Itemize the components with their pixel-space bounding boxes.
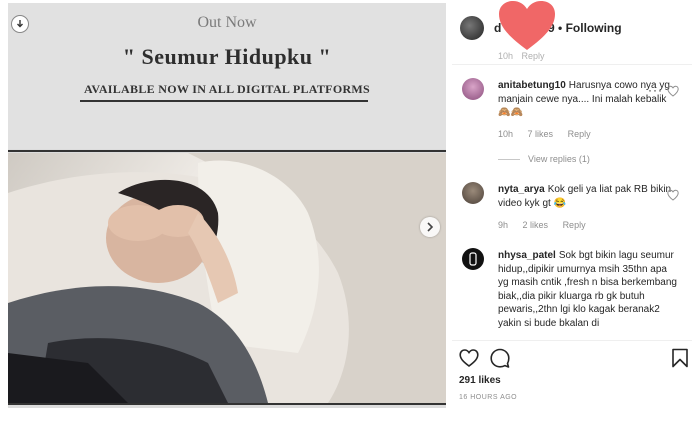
comment-item: nhysa_patel Sok bgt bikin lagu seumur hid… xyxy=(452,248,692,338)
comment-text: Sok bgt bikin lagu seumur hidup,,dipikir… xyxy=(498,250,677,329)
view-replies-button[interactable]: View replies (1) xyxy=(498,154,590,164)
comment-reply-button[interactable]: Reply xyxy=(563,220,586,230)
partial-comment-reply[interactable]: Reply xyxy=(522,51,545,61)
post-header: d99 • Following xyxy=(452,0,692,50)
actions-divider xyxy=(452,340,692,341)
author-avatar[interactable] xyxy=(460,16,484,40)
comment-body: nyta_arya Kok geli ya liat pak RB bikin v… xyxy=(498,183,678,210)
post-like-count[interactable]: 291 likes xyxy=(459,375,501,386)
poster-banner: Out Now " Seumur Hidupku " AVAILABLE NOW… xyxy=(8,3,446,149)
view-replies-label: View replies (1) xyxy=(528,154,590,164)
comment-reply-button[interactable]: Reply xyxy=(568,129,591,139)
comment-body: nhysa_patel Sok bgt bikin lagu seumur hid… xyxy=(498,249,678,330)
partial-comment-time: 10h xyxy=(498,51,514,61)
poster-availability: AVAILABLE NOW IN ALL DIGITAL PLATFORMS xyxy=(83,82,371,96)
post-actions: 291 likes 16 HOURS AGO xyxy=(452,342,692,424)
post-sidebar: d99 • Following 10h Reply anitabetung10H… xyxy=(452,0,700,424)
heart-sticker-icon xyxy=(499,1,555,50)
comment-likes[interactable]: 2 likes xyxy=(523,220,549,230)
comment-username[interactable]: anitabetung10 xyxy=(498,80,566,91)
post-timestamp: 16 HOURS AGO xyxy=(459,394,518,401)
heart-outline-icon[interactable] xyxy=(459,348,479,368)
avatar-glyph-icon xyxy=(469,252,477,266)
bookmark-icon[interactable] xyxy=(670,348,690,368)
comment-like-icon[interactable] xyxy=(667,189,679,201)
more-options-icon[interactable]: ··· xyxy=(648,83,663,97)
post-media[interactable]: Out Now " Seumur Hidupku " AVAILABLE NOW… xyxy=(8,3,446,408)
comment-time: 10h xyxy=(498,129,514,139)
commenter-avatar[interactable] xyxy=(462,78,484,100)
comment-meta: 10h 7 likes Reply xyxy=(498,129,603,139)
following-button[interactable]: Following xyxy=(566,21,622,35)
comment-item: anitabetung10 Harusnya cowo nya yg manjai… xyxy=(452,78,692,168)
comment-username[interactable]: nhysa_patel xyxy=(498,250,556,261)
comment-like-icon[interactable] xyxy=(667,85,679,97)
view-replies-line xyxy=(498,159,520,161)
poster-out-now: Out Now xyxy=(197,14,257,31)
post-photo xyxy=(8,153,446,403)
commenter-avatar[interactable] xyxy=(462,248,484,270)
comment-likes[interactable]: 7 likes xyxy=(528,129,554,139)
comment-item: nyta_arya Kok geli ya liat pak RB bikin v… xyxy=(452,182,692,234)
photo-frame-top xyxy=(8,150,446,152)
partial-comment-meta: 10h Reply xyxy=(498,51,545,61)
comments-top-divider xyxy=(452,64,692,65)
commenter-avatar[interactable] xyxy=(462,182,484,204)
header-separator: • xyxy=(558,21,563,35)
comment-username[interactable]: nyta_arya xyxy=(498,184,545,195)
photo-frame-bottom xyxy=(8,403,446,405)
poster-song-title: " Seumur Hidupku " xyxy=(122,44,332,69)
poster-underline xyxy=(80,100,368,102)
chevron-right-icon[interactable] xyxy=(420,217,440,237)
comment-meta: 9h 2 likes Reply xyxy=(498,220,598,230)
comment-time: 9h xyxy=(498,220,509,230)
speech-bubble-icon[interactable] xyxy=(490,348,510,368)
